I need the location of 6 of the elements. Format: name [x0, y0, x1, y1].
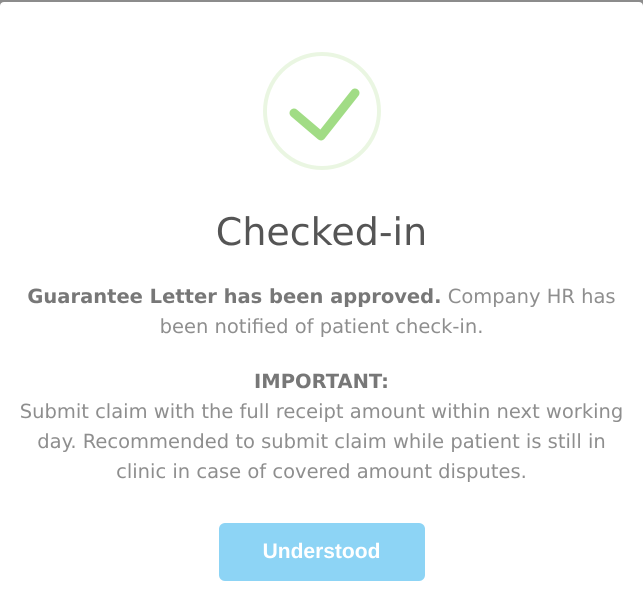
notice-text: Submit claim with the full receipt amount within next working day. Recommended to submit claim while patient is still in clinic in case of covered amount disputes. — [18, 399, 624, 485]
understood-button[interactable]: Understood — [218, 523, 424, 581]
notice-heading: IMPORTANT: — [254, 369, 389, 395]
check-circle-icon — [262, 51, 382, 171]
approval-message: Guarantee Letter has been approved. Company HR has been notified of patient check-in. — [26, 284, 617, 340]
dialog-title: Checked-in — [216, 209, 428, 255]
